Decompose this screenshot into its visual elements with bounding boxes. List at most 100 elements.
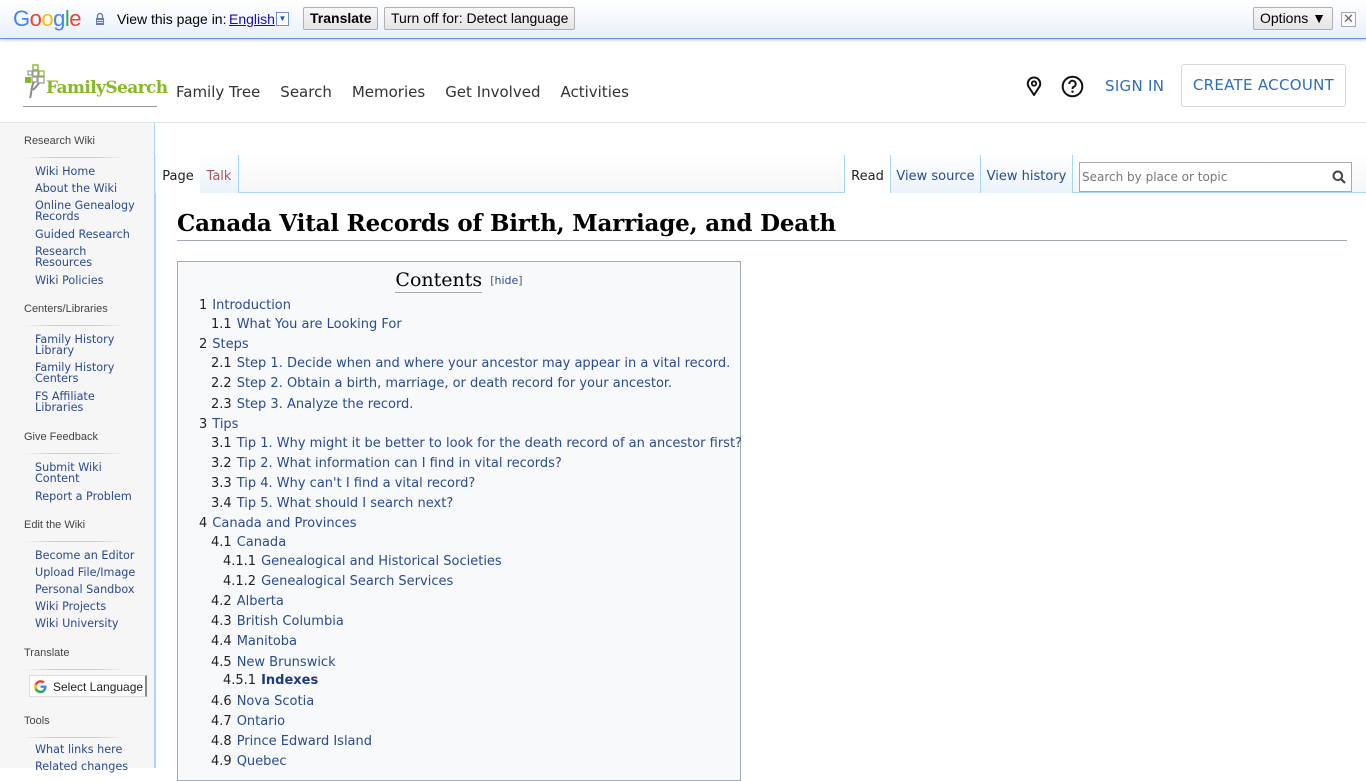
toc-link[interactable]: Tip 1. Why might it be better to look fo…: [237, 436, 742, 451]
toc-link[interactable]: Introduction: [212, 298, 291, 313]
search-icon[interactable]: [1332, 170, 1346, 184]
options-button[interactable]: Options ▼: [1253, 7, 1333, 30]
toc-link[interactable]: Alberta: [237, 594, 284, 609]
toc-number: 4.1.2: [223, 574, 257, 589]
tab-read[interactable]: Read: [844, 155, 890, 194]
toc-item[interactable]: 4.1.2 Genealogical Search Services: [223, 574, 453, 589]
toc-item[interactable]: 2.1 Step 1. Decide when and where your an…: [211, 356, 730, 371]
translate-button[interactable]: Translate: [303, 7, 379, 30]
page-title: Canada Vital Records of Birth, Marriage,…: [177, 210, 1347, 241]
toc-link[interactable]: Canada and Provinces: [212, 516, 356, 531]
toc-link[interactable]: Genealogical Search Services: [261, 574, 453, 589]
toc-item[interactable]: 3 Tips: [199, 417, 238, 432]
sidebar-item-family-history-library[interactable]: Family History Library: [35, 334, 115, 356]
toc-link[interactable]: Genealogical and Historical Societies: [261, 554, 502, 569]
toc-number: 4.1.1: [223, 554, 257, 569]
sidebar-item-research-resources[interactable]: Research Resources: [35, 246, 105, 268]
toc-item[interactable]: 4.4 Manitoba: [211, 634, 297, 649]
sidebar-item-report-a-problem[interactable]: Report a Problem: [35, 491, 145, 502]
toc-item[interactable]: 3.3 Tip 4. Why can't I find a vital recor…: [211, 476, 475, 491]
toc-link[interactable]: Tip 2. What information can I find in vi…: [237, 456, 562, 471]
tab-page[interactable]: Page: [155, 155, 200, 194]
sidebar-item-guided-research[interactable]: Guided Research: [35, 229, 145, 240]
toc-item[interactable]: 2.3 Step 3. Analyze the record.: [211, 397, 413, 412]
toc-item[interactable]: 1.1 What You are Looking For: [211, 317, 402, 332]
toc-item[interactable]: 2.2 Step 2. Obtain a birth, marriage, or …: [211, 376, 672, 391]
sidebar-heading-give-feedback: Give Feedback: [24, 431, 98, 443]
toc-link[interactable]: Prince Edward Island: [237, 734, 372, 749]
sidebar-item-related-changes[interactable]: Related changes: [35, 761, 145, 772]
toc-number: 4.5: [211, 655, 232, 670]
sidebar-item-wiki-home[interactable]: Wiki Home: [35, 166, 145, 177]
nav-memories[interactable]: Memories: [352, 83, 425, 101]
sidebar-item-upload-file-image[interactable]: Upload File/Image: [35, 567, 145, 578]
sign-in-link[interactable]: SIGN IN: [1105, 77, 1164, 95]
toc-item[interactable]: 4.6 Nova Scotia: [211, 694, 314, 709]
language-dropdown-icon[interactable]: ▼: [276, 12, 289, 26]
toc-item[interactable]: 3.4 Tip 5. What should I search next?: [211, 496, 453, 511]
toc-item[interactable]: 3.1 Tip 1. Why might it be better to look…: [211, 436, 742, 451]
sidebar-item-personal-sandbox[interactable]: Personal Sandbox: [35, 584, 145, 595]
toc-item[interactable]: 1 Introduction: [199, 298, 291, 313]
toc-link[interactable]: Ontario: [237, 714, 285, 729]
tab-talk[interactable]: Talk: [200, 155, 239, 193]
turn-off-button[interactable]: Turn off for: Detect language: [384, 7, 576, 30]
sidebar-item-submit-wiki-content[interactable]: Submit Wiki Content: [35, 462, 110, 484]
wiki-search-input[interactable]: [1082, 168, 1322, 186]
lock-icon: [96, 12, 104, 25]
close-icon[interactable]: ✕: [1341, 12, 1356, 27]
sidebar-item-wiki-projects[interactable]: Wiki Projects: [35, 601, 145, 612]
sidebar-item-about-the-wiki[interactable]: About the Wiki: [35, 183, 145, 194]
nav-activities[interactable]: Activities: [560, 83, 628, 101]
tab-view-history[interactable]: View history: [980, 155, 1073, 193]
language-link[interactable]: English: [229, 11, 275, 27]
nav-search[interactable]: Search: [280, 83, 332, 101]
toc-link[interactable]: Tip 4. Why can't I find a vital record?: [237, 476, 476, 491]
sidebar-item-what-links-here[interactable]: What links here: [35, 744, 145, 755]
toc-item[interactable]: 4.5.1 Indexes: [223, 673, 318, 688]
toc-link[interactable]: Manitoba: [237, 634, 297, 649]
toc-item[interactable]: 4.7 Ontario: [211, 714, 285, 729]
familysearch-logo[interactable]: FamilySearch: [23, 64, 168, 107]
sidebar-item-wiki-university[interactable]: Wiki University: [35, 618, 145, 629]
toc-item[interactable]: 4.1 Canada: [211, 535, 286, 550]
toc-item[interactable]: 4.1.1 Genealogical and Historical Societi…: [223, 554, 502, 569]
nav-get-involved[interactable]: Get Involved: [445, 83, 540, 101]
toc-item[interactable]: 4.9 Quebec: [211, 754, 287, 769]
toc-item[interactable]: 4 Canada and Provinces: [199, 516, 357, 531]
toc-link[interactable]: British Columbia: [237, 614, 344, 629]
toc-link[interactable]: Canada: [237, 535, 286, 550]
sidebar-item-family-history-centers[interactable]: Family History Centers: [35, 362, 115, 384]
toc-link[interactable]: Tip 5. What should I search next?: [237, 496, 454, 511]
toc-item[interactable]: 4.5 New Brunswick: [211, 655, 336, 670]
toc-item[interactable]: 4.2 Alberta: [211, 594, 284, 609]
toc-item[interactable]: 2 Steps: [199, 337, 249, 352]
location-pin-icon[interactable]: [1025, 76, 1043, 96]
toc-number: 4.4: [211, 634, 232, 649]
toc-link[interactable]: Tips: [212, 417, 238, 432]
toc-link[interactable]: New Brunswick: [237, 655, 336, 670]
select-language-dropdown[interactable]: Select Language: [29, 675, 147, 697]
help-icon[interactable]: [1061, 75, 1084, 98]
toc-item[interactable]: 3.2 Tip 2. What information can I find in…: [211, 456, 562, 471]
toc-item[interactable]: 4.8 Prince Edward Island: [211, 734, 372, 749]
toc-link[interactable]: Step 1. Decide when and where your ances…: [237, 356, 731, 371]
toc-item[interactable]: 4.3 British Columbia: [211, 614, 344, 629]
toc-link[interactable]: Nova Scotia: [237, 694, 315, 709]
create-account-button[interactable]: CREATE ACCOUNT: [1181, 64, 1346, 107]
toc-hide-link[interactable]: hide: [495, 274, 519, 287]
select-language-label: Select Language: [53, 680, 144, 694]
toc-link[interactable]: Step 2. Obtain a birth, marriage, or dea…: [237, 376, 673, 391]
tab-view-source[interactable]: View source: [890, 155, 980, 193]
sidebar-item-online-genealogy-records[interactable]: Online Genealogy Records: [35, 200, 135, 222]
toc-number: 3.4: [211, 496, 232, 511]
toc-link[interactable]: Quebec: [237, 754, 287, 769]
toc-link[interactable]: Step 3. Analyze the record.: [237, 397, 414, 412]
sidebar-item-wiki-policies[interactable]: Wiki Policies: [35, 275, 145, 286]
toc-link[interactable]: What You are Looking For: [237, 317, 402, 332]
nav-family-tree[interactable]: Family Tree: [176, 83, 260, 101]
sidebar-item-fs-affiliate-libraries[interactable]: FS Affiliate Libraries: [35, 391, 105, 413]
sidebar-item-become-an-editor[interactable]: Become an Editor: [35, 550, 145, 561]
toc-link[interactable]: Indexes: [261, 673, 318, 688]
toc-link[interactable]: Steps: [212, 337, 248, 352]
